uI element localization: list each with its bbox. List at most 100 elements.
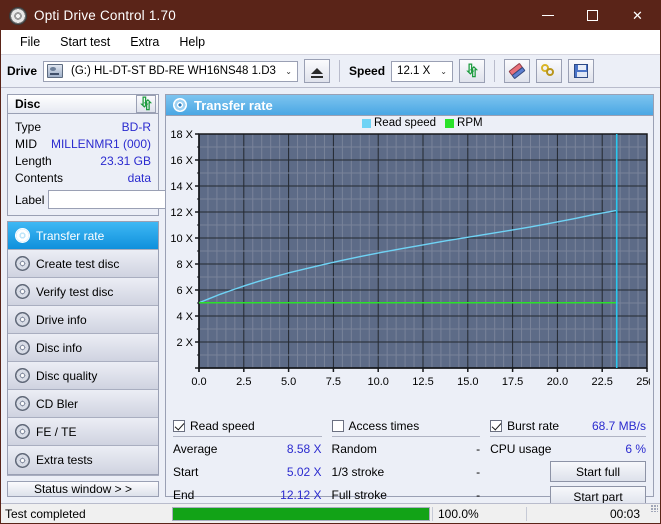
progress-percent: 100.0% <box>432 507 526 521</box>
sidebar-item-transfer-rate[interactable]: Transfer rate <box>8 222 158 250</box>
legend-item-rpm: RPM <box>445 117 483 129</box>
disc-icon <box>15 368 30 383</box>
sidebar-item-extra-tests[interactable]: Extra tests <box>8 446 158 474</box>
read-speed-header: Read speed <box>173 416 322 437</box>
stat-value: 5.02 X <box>287 465 322 479</box>
disc-icon <box>15 312 30 327</box>
svg-text:10.0: 10.0 <box>367 376 388 388</box>
disc-icon <box>15 284 30 299</box>
svg-text:8 X: 8 X <box>176 259 193 271</box>
stat-value: - <box>476 488 480 502</box>
svg-text:16 X: 16 X <box>170 155 193 167</box>
sidebar-item-label: Create test disc <box>36 257 119 271</box>
stats-panel: Read speed Average 8.58 X Start 5.02 X E… <box>166 413 653 503</box>
stat-row-end: End 12.12 X <box>173 483 322 503</box>
toolbar: Drive (G:) HL-DT-ST BD-RE WH16NS48 1.D3 … <box>1 55 660 88</box>
disc-row-mid: MID MILLENMR1 (000) <box>15 135 151 152</box>
status-message: Test completed <box>1 507 170 521</box>
chain-icon <box>541 64 557 78</box>
disc-row-value: BD-R <box>122 120 151 134</box>
sidebar-item-drive-info[interactable]: Drive info <box>8 306 158 334</box>
start-full-button[interactable]: Start full <box>550 461 646 482</box>
eject-button[interactable] <box>304 59 330 83</box>
chart-header: Transfer rate <box>166 95 653 116</box>
refresh-button[interactable]: ⇩⇧ <box>459 59 485 83</box>
app-window: Opti Drive Control 1.70 ✕ File Start tes… <box>0 0 661 524</box>
svg-text:17.5: 17.5 <box>502 376 523 388</box>
access-times-checkbox[interactable] <box>332 420 344 432</box>
svg-text:2 X: 2 X <box>176 337 193 349</box>
sidebar-item-disc-info[interactable]: Disc info <box>8 334 158 362</box>
progress-fill <box>173 508 429 520</box>
stat-key: Random <box>332 442 377 456</box>
menu-item-help[interactable]: Help <box>169 33 215 51</box>
disc-panel-header: Disc ⇩⇧ <box>7 94 159 114</box>
stat-row-random: Random - <box>332 437 481 460</box>
disc-refresh-button[interactable]: ⇩⇧ <box>136 95 156 113</box>
menu-bar: File Start test Extra Help <box>1 30 660 55</box>
disc-row-key: MID <box>15 137 37 151</box>
sidebar-item-cd-bler[interactable]: CD Bler <box>8 390 158 418</box>
start-part-button[interactable]: Start part <box>550 486 646 503</box>
sidebar-item-label: Disc quality <box>36 369 97 383</box>
stat-row-start: Start 5.02 X <box>173 460 322 483</box>
close-button[interactable]: ✕ <box>615 1 660 30</box>
drive-label: Drive <box>7 64 37 78</box>
save-button[interactable] <box>568 59 594 83</box>
disc-label-row: Label <box>15 189 151 210</box>
window-title: Opti Drive Control 1.70 <box>34 8 176 23</box>
link-button[interactable] <box>536 59 562 83</box>
status-window-button[interactable]: Status window > > <box>7 481 159 497</box>
read-speed-checkbox[interactable] <box>173 420 185 432</box>
svg-text:5.0: 5.0 <box>281 376 296 388</box>
svg-text:12 X: 12 X <box>170 207 193 219</box>
stat-key: CPU usage <box>490 442 551 456</box>
svg-text:14 X: 14 X <box>170 181 193 193</box>
svg-text:4 X: 4 X <box>176 311 193 323</box>
drive-select[interactable]: (G:) HL-DT-ST BD-RE WH16NS48 1.D3 ⌄ <box>43 61 298 82</box>
save-icon <box>574 64 588 78</box>
erase-button[interactable] <box>504 59 530 83</box>
stat-row-full-stroke: Full stroke - <box>332 483 481 503</box>
stat-value: 8.58 X <box>287 442 322 456</box>
right-column: Transfer rate Read speed RPM 2 X4 X6 X8 … <box>165 94 654 497</box>
sidebar-item-disc-quality[interactable]: Disc quality <box>8 362 158 390</box>
window-controls: ✕ <box>525 1 660 30</box>
transfer-rate-chart: Read speed RPM 2 X4 X6 X8 X10 X12 X14 X1… <box>166 116 653 413</box>
disc-icon <box>15 228 30 243</box>
svg-text:10 X: 10 X <box>170 233 193 245</box>
toolbar-separator <box>494 60 495 82</box>
maximize-button[interactable] <box>570 1 615 30</box>
stats-burst-rate: Burst rate 68.7 MB/s CPU usage 6 % Start… <box>490 416 646 503</box>
stats-access-times: Access times Random - 1/3 stroke - Full … <box>332 416 491 503</box>
sidebar-item-label: Transfer rate <box>36 229 104 243</box>
stat-key: End <box>173 488 194 502</box>
sidebar-item-label: Drive info <box>36 313 87 327</box>
stat-key: Average <box>173 442 217 456</box>
sidebar-item-create-test-disc[interactable]: Create test disc <box>8 250 158 278</box>
burst-rate-label: Burst rate <box>507 419 559 433</box>
disc-row-value: 23.31 GB <box>100 154 151 168</box>
sidebar-item-fe-te[interactable]: FE / TE <box>8 418 158 446</box>
status-bar: Test completed 100.0% 00:03 <box>1 503 660 523</box>
stat-value: - <box>476 442 480 456</box>
chart-svg: 2 X4 X6 X8 X10 X12 X14 X16 X18 X0.02.55.… <box>166 116 650 413</box>
stat-value: 12.12 X <box>280 488 321 502</box>
sidebar-item-verify-test-disc[interactable]: Verify test disc <box>8 278 158 306</box>
menu-item-file[interactable]: File <box>10 33 50 51</box>
minimize-button[interactable] <box>525 1 570 30</box>
burst-rate-value: 68.7 MB/s <box>592 419 646 433</box>
speed-select[interactable]: 12.1 X ⌄ <box>391 61 453 82</box>
menu-item-extra[interactable]: Extra <box>120 33 169 51</box>
eject-icon <box>311 68 323 74</box>
menu-item-start-test[interactable]: Start test <box>50 33 120 51</box>
svg-text:12.5: 12.5 <box>412 376 433 388</box>
sidebar-item-label: FE / TE <box>36 425 76 439</box>
stat-row-average: Average 8.58 X <box>173 437 322 460</box>
disc-row-type: Type BD-R <box>15 118 151 135</box>
svg-text:GB: GB <box>648 376 650 388</box>
main-area: Disc ⇩⇧ Type BD-R MID MILLENMR1 (000) Le… <box>1 88 660 503</box>
burst-rate-checkbox[interactable] <box>490 420 502 432</box>
disc-icon <box>15 256 30 271</box>
stat-key: 1/3 stroke <box>332 465 385 479</box>
